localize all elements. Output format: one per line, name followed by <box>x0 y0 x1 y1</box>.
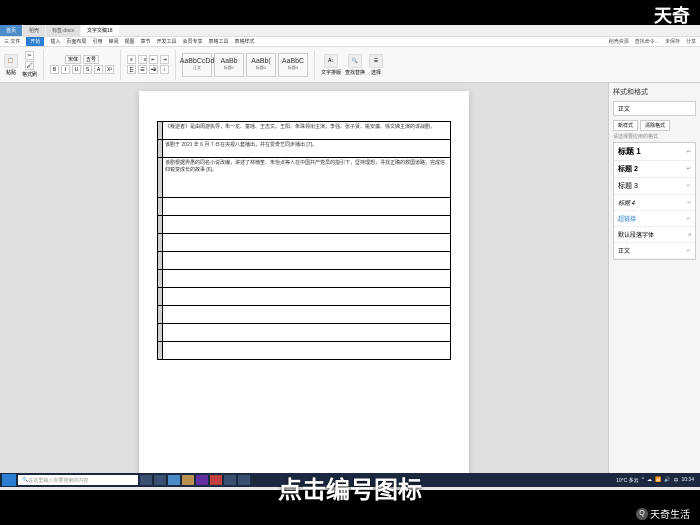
menu-ref[interactable]: 引用 <box>92 38 102 45</box>
menu-docer[interactable]: 稻壳资源 <box>609 38 629 45</box>
underline-button[interactable]: U <box>72 65 81 74</box>
menu-table-style[interactable]: 表格样式 <box>235 38 255 45</box>
document-table[interactable]: 《叛逆者》是由周游执导，朱一龙、童瑶、王志文、王阳、朱珠领衔主演，李强、张子贤、… <box>157 121 451 360</box>
style-item-link[interactable]: 超链接↵ <box>614 211 695 227</box>
menu-bar: 三 文件 开始 插入 页面布局 引用 审阅 视图 章节 开发工具 会员专享 表格… <box>0 37 700 47</box>
menu-share[interactable]: 分享 <box>686 38 696 45</box>
panel-hint: 请选择要应用的格式 <box>613 133 696 140</box>
menu-member[interactable]: 会员专享 <box>183 38 203 45</box>
current-style[interactable]: 正文 <box>613 101 696 116</box>
italic-button[interactable]: I <box>61 65 70 74</box>
text-layout-label: 文字排版 <box>321 69 341 76</box>
menu-review[interactable]: 审阅 <box>108 38 118 45</box>
style-h1[interactable]: AaBb标题1 <box>214 53 244 77</box>
video-caption: 点击编号图标 <box>0 470 700 505</box>
new-style-button[interactable]: 新样式 <box>613 120 638 131</box>
select-label: 选择 <box>371 69 381 76</box>
style-item-h2[interactable]: 标题 2↵ <box>614 161 695 178</box>
style-h3[interactable]: AaBbC标题3 <box>278 53 308 77</box>
style-gallery[interactable]: AaBbCcDd正文 AaBb标题1 AaBb(标题2 AaBbC标题3 <box>182 53 308 77</box>
format-painter-button[interactable]: 🖌 <box>25 61 34 70</box>
menu-search[interactable]: 查找命令... <box>635 38 659 45</box>
cell-3[interactable]: 该剧根据畀愚的同名小说改编，讲述了林楠笙、朱怡贞等人在中国共产党员的指引下，坚持… <box>163 158 451 198</box>
page: 《叛逆者》是由周游执导，朱一龙、童瑶、王志文、王阳、朱珠领衔主演，李强、张子贤、… <box>139 91 469 475</box>
title-bar: 首页 稻壳 标签.docx 文字文稿18 <box>0 25 700 37</box>
style-h2[interactable]: AaBb(标题2 <box>246 53 276 77</box>
menu-layout[interactable]: 页面布局 <box>66 38 86 45</box>
watermark-icon: Q <box>636 508 648 520</box>
ribbon: 📋 粘贴 ✂ 🖌 格式刷 宋体 五号 B I U S A X² <box>0 47 700 83</box>
cut-button[interactable]: ✂ <box>25 51 34 60</box>
style-item-default[interactable]: 默认段落字体a <box>614 227 695 243</box>
menu-table-tools[interactable]: 表格工具 <box>209 38 229 45</box>
paste-button[interactable]: 📋 <box>4 54 18 68</box>
numbering-button[interactable]: ⋮≡ <box>138 55 147 64</box>
cell-2[interactable]: 该剧于 2021 年 6 月 7 日在央视八套播出，并在爱奇艺同步播出 [7]。 <box>163 140 451 158</box>
menu-section[interactable]: 章节 <box>140 38 150 45</box>
menu-view[interactable]: 视图 <box>124 38 134 45</box>
indent-inc-button[interactable]: ⇥ <box>160 55 169 64</box>
document-area[interactable]: 《叛逆者》是由周游执导，朱一龙、童瑶、王志文、王阳、朱珠领衔主演，李强、张子贤、… <box>0 83 608 475</box>
bullet-list-button[interactable]: ≡ <box>127 55 136 64</box>
style-item-body[interactable]: 正文↵ <box>614 243 695 259</box>
menu-unsaved[interactable]: 未保存 <box>665 38 680 45</box>
more-a[interactable]: A <box>94 65 103 74</box>
strike-button[interactable]: S <box>83 65 92 74</box>
style-item-h3[interactable]: 标题 3↵ <box>614 178 695 195</box>
watermark: Q 天奇生活 <box>636 506 690 521</box>
align-center-button[interactable]: ☰ <box>138 65 147 74</box>
find-replace-button[interactable]: 🔍 <box>348 54 362 68</box>
font-name[interactable]: 宋体 <box>65 55 81 64</box>
menu-file[interactable]: 三 文件 <box>4 38 20 45</box>
font-size[interactable]: 五号 <box>83 55 99 64</box>
indent-dec-button[interactable]: ⇤ <box>149 55 158 64</box>
bold-button[interactable]: B <box>50 65 59 74</box>
style-item-h1[interactable]: 标题 1↵ <box>614 143 695 161</box>
paste-label: 粘贴 <box>6 69 16 76</box>
panel-title: 样式和格式 <box>613 87 696 97</box>
find-replace-label: 查找替换 <box>345 69 365 76</box>
select-button[interactable]: ☰ <box>369 54 383 68</box>
home-tab[interactable]: 首页 <box>0 25 22 36</box>
menu-start[interactable]: 开始 <box>26 37 44 46</box>
style-list: 标题 1↵ 标题 2↵ 标题 3↵ 标题 4↵ 超链接↵ 默认段落字体a 正文↵ <box>613 142 696 260</box>
align-right-button[interactable]: ⬲ <box>149 65 158 74</box>
doc-tab-1[interactable]: 标签.docx <box>46 25 80 36</box>
format-painter-label: 格式刷 <box>22 71 37 78</box>
doc-tab-0[interactable]: 稻壳 <box>23 25 45 36</box>
more-x[interactable]: X² <box>105 65 114 74</box>
wps-app-window: 首页 稻壳 标签.docx 文字文稿18 三 文件 开始 插入 页面布局 引用 … <box>0 25 700 485</box>
menu-dev[interactable]: 开发工具 <box>157 38 177 45</box>
style-item-h4[interactable]: 标题 4↵ <box>614 195 695 211</box>
styles-panel: 样式和格式 正文 新样式 清除格式 请选择要应用的格式 标题 1↵ 标题 2↵ … <box>608 83 700 475</box>
clear-format-button[interactable]: 清除格式 <box>640 120 670 131</box>
doc-tab-2[interactable]: 文字文稿18 <box>81 25 119 36</box>
cell-1[interactable]: 《叛逆者》是由周游执导，朱一龙、童瑶、王志文、王阳、朱珠领衔主演，李强、张子贤、… <box>163 122 451 140</box>
watermark-text: 天奇生活 <box>650 506 690 521</box>
menu-insert[interactable]: 插入 <box>50 38 60 45</box>
line-spacing-button[interactable]: ↕ <box>160 65 169 74</box>
align-left-button[interactable]: ⬱ <box>127 65 136 74</box>
text-layout-button[interactable]: A↕ <box>324 54 338 68</box>
style-normal[interactable]: AaBbCcDd正文 <box>182 53 212 77</box>
